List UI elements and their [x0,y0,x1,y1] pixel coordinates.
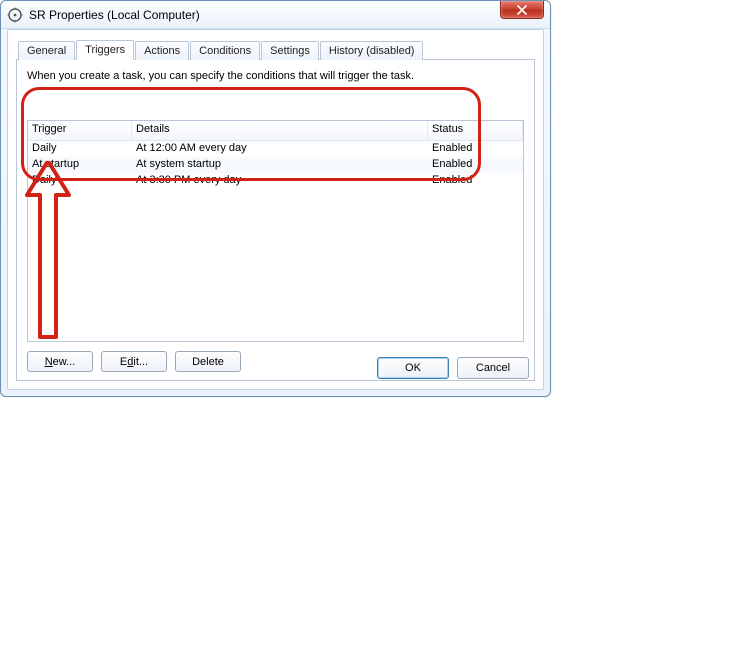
cell-status: Enabled [428,173,523,189]
client-area: General Triggers Actions Conditions Sett… [7,29,544,390]
close-icon [517,5,527,15]
tab-settings[interactable]: Settings [261,41,319,60]
app-icon [7,7,23,23]
close-button[interactable] [500,1,544,19]
triggers-rows: Daily At 12:00 AM every day Enabled At s… [28,141,523,189]
cell-status: Enabled [428,141,523,157]
column-header-details[interactable]: Details [132,121,428,140]
cell-details: At 12:00 AM every day [132,141,428,157]
titlebar[interactable]: SR Properties (Local Computer) [1,1,550,29]
trigger-button-row: New... Edit... Delete [27,351,241,372]
cell-details: At system startup [132,157,428,173]
tab-pane-triggers: When you create a task, you can specify … [16,60,535,381]
triggers-list[interactable]: Trigger Details Status Daily At 12:00 AM… [27,120,524,342]
tab-conditions[interactable]: Conditions [190,41,260,60]
dialog-window: SR Properties (Local Computer) General T… [0,0,551,397]
edit-button[interactable]: Edit... [101,351,167,372]
cell-trigger: Daily [28,173,132,189]
new-button[interactable]: New... [27,351,93,372]
new-button-label: ew... [53,356,76,368]
delete-button[interactable]: Delete [175,351,241,372]
cancel-button[interactable]: Cancel [457,357,529,379]
tab-history[interactable]: History (disabled) [320,41,424,60]
column-header-trigger[interactable]: Trigger [28,121,132,140]
column-header-status[interactable]: Status [428,121,523,140]
cell-status: Enabled [428,157,523,173]
table-row[interactable]: Daily At 12:00 AM every day Enabled [28,141,523,157]
ok-button[interactable]: OK [377,357,449,379]
tab-triggers[interactable]: Triggers [76,40,134,60]
tab-general[interactable]: General [18,41,75,60]
dialog-button-row: OK Cancel [377,357,529,379]
table-row[interactable]: At startup At system startup Enabled [28,157,523,173]
cell-trigger: At startup [28,157,132,173]
triggers-list-header: Trigger Details Status [28,121,523,141]
table-row[interactable]: Daily At 3:30 PM every day Enabled [28,173,523,189]
cell-trigger: Daily [28,141,132,157]
tab-actions[interactable]: Actions [135,41,189,60]
tab-strip: General Triggers Actions Conditions Sett… [16,38,535,60]
window-title: SR Properties (Local Computer) [29,8,200,22]
description-text: When you create a task, you can specify … [27,70,524,82]
cell-details: At 3:30 PM every day [132,173,428,189]
